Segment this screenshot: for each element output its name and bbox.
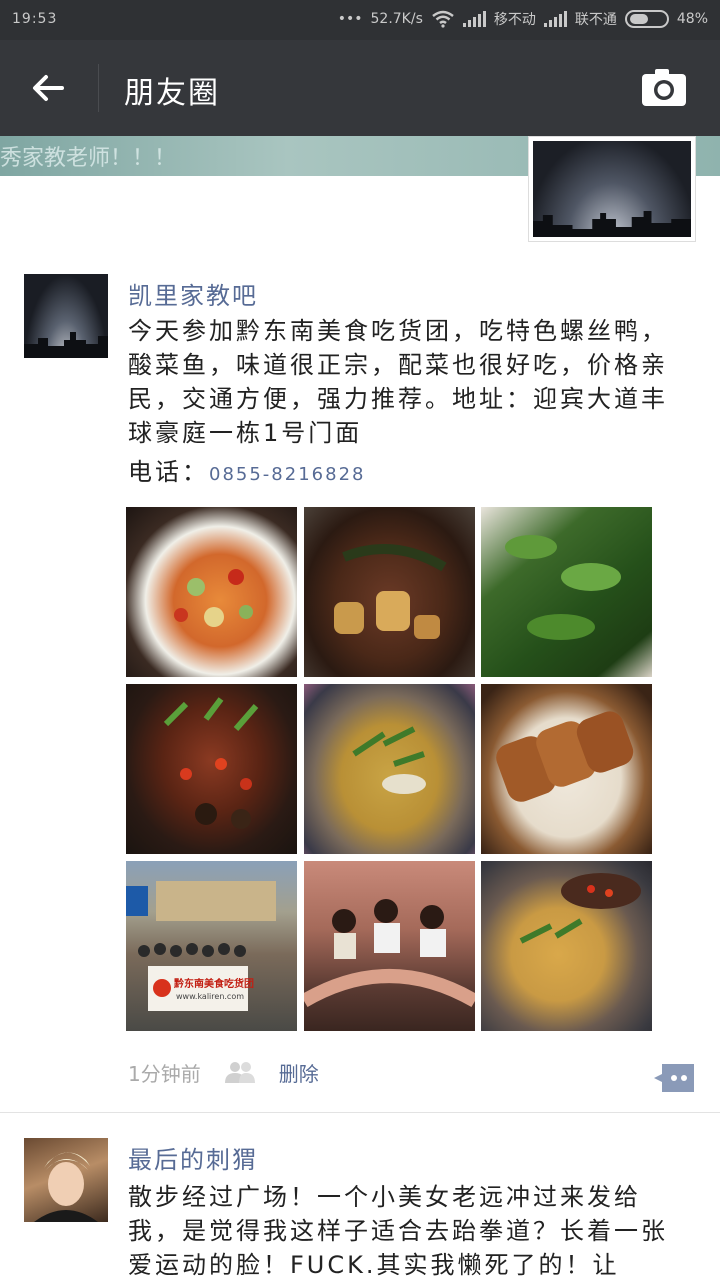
avatar[interactable] [24,1138,108,1222]
delete-button[interactable]: 删除 [279,1058,319,1087]
cover-text: 秀家教老师！！！ [0,146,177,171]
avatar[interactable] [24,274,108,358]
arrow-left-icon[interactable] [28,68,68,108]
photo-food-6[interactable] [481,684,652,854]
signal-icon-1 [462,11,486,27]
status-bar: 19:53 ••• 52.7K/s 移不动 联不通 48% [0,0,720,40]
photo-food-9[interactable] [481,861,652,1031]
title-bar: 朋友圈 [0,40,720,136]
photo-group-toast[interactable] [304,861,475,1031]
photo-food-1[interactable] [126,507,297,677]
photo-grid: 黔东南美食吃货团 www.kaliren.com [126,507,653,1031]
post-text: 散步经过广场！一个小美女老远冲过来发给我，是觉得我这样子适合去跆拳道？长着一张爱… [128,1183,668,1279]
post-author[interactable]: 凯里家教吧 [128,276,258,311]
photo-food-3[interactable] [481,507,652,677]
phone-number[interactable]: 0855-8216828 [209,464,365,485]
network-speed: 52.7K/s [370,11,423,27]
page-title: 朋友圈 [124,76,220,111]
my-avatar[interactable] [528,136,696,242]
status-time: 19:53 [12,11,58,27]
phone-label: 电话： [128,458,209,486]
carrier-1: 移不动 [493,12,536,28]
photo-group-banner[interactable]: 黔东南美食吃货团 www.kaliren.com [126,861,297,1031]
post-meta: 1分钟前 删除 [128,1058,319,1086]
people-icon[interactable] [223,1061,257,1083]
signal-icon-2 [543,11,567,27]
wifi-icon [432,10,454,28]
avatar-skyline-image [24,332,108,358]
post-text: 今天参加黔东南美食吃货团，吃特色螺丝鸭，酸菜鱼，味道很正宗，配菜也很好吃，价格亲… [128,317,668,447]
post-time: 1分钟前 [128,1061,201,1086]
photo-food-5[interactable] [304,684,475,854]
photo-food-2[interactable] [304,507,475,677]
avatar-person-image [34,1152,98,1222]
skyline-image [533,211,691,237]
status-right: ••• 52.7K/s 移不动 联不通 48% [338,9,708,29]
battery-level: 48% [676,11,708,27]
post-author[interactable]: 最后的刺猬 [128,1140,258,1175]
post-separator [0,1112,720,1113]
title-divider [98,64,99,112]
banner-url: www.kaliren.com [176,992,245,1001]
banner-text: 黔东南美食吃货团 [174,979,254,990]
post-phone: 电话：0855-8216828 [128,452,365,487]
battery-icon [624,10,669,28]
camera-icon[interactable] [640,68,688,108]
carrier-2: 联不通 [574,12,617,28]
comment-icon[interactable] [652,1062,696,1094]
photo-food-4[interactable] [126,684,297,854]
status-dots: ••• [337,11,363,27]
